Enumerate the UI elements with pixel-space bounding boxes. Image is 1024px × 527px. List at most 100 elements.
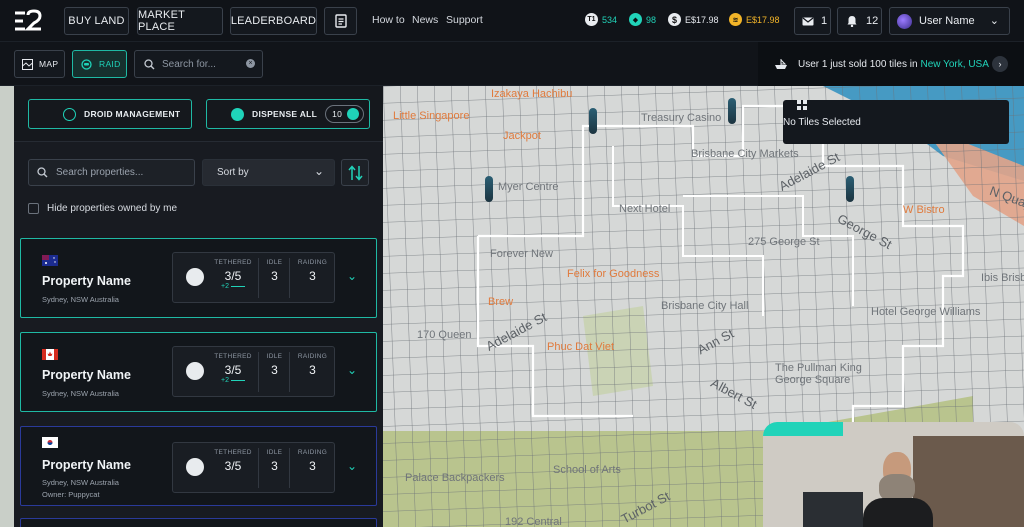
- notifications-button[interactable]: 12: [837, 7, 882, 35]
- property-location: Sydney, NSW Australia: [42, 389, 119, 398]
- expand-chevron-icon[interactable]: ⌄: [347, 459, 357, 473]
- gem-stat: ◆ 98: [629, 13, 656, 26]
- checkbox-box[interactable]: [28, 203, 39, 214]
- map-mode-button[interactable]: MAP: [14, 50, 65, 78]
- raiding-value: 3: [309, 363, 316, 377]
- t1-icon: T1: [585, 13, 598, 26]
- property-name: Property Name: [42, 458, 131, 472]
- buy-land-button[interactable]: BUY LAND: [64, 7, 129, 35]
- map-label: Brisbane City Hall: [661, 300, 749, 312]
- location-search-placeholder: Search for...: [162, 58, 216, 70]
- leaderboard-button[interactable]: LEADERBOARD: [230, 7, 317, 35]
- support-link[interactable]: Support: [446, 14, 483, 26]
- idle-stat: IDLE 3: [259, 253, 290, 302]
- property-card[interactable]: [20, 518, 377, 527]
- raiding-header: RAIDING: [297, 353, 328, 360]
- property-card[interactable]: Property Name Sydney, NSW Australia TETH…: [20, 238, 377, 318]
- balance-value: E$17.98: [685, 14, 719, 25]
- map-label: Brisbane City Markets: [691, 148, 799, 160]
- helmet-icon: [81, 58, 92, 70]
- gem-value: 98: [646, 14, 657, 25]
- tethered-header: TETHERED: [214, 259, 252, 266]
- droid-icon: [186, 268, 204, 286]
- notifications-count: 12: [866, 15, 879, 27]
- map-view[interactable]: Izakaya Hachibu Little Singapore Jackpot…: [383, 86, 1024, 527]
- chevron-down-icon: ⌄: [989, 15, 999, 27]
- raid-sidebar: DROID MANAGEMENT DISPENSE ALL 10 Search …: [14, 86, 383, 527]
- location-search-input[interactable]: Search for... ×: [134, 50, 263, 78]
- raid-mode-button[interactable]: RAID: [72, 50, 127, 78]
- map-label: Izakaya Hachibu: [491, 88, 573, 100]
- search-icon: [37, 167, 48, 178]
- tethered-stat: TETHERED 3/5 +2: [210, 347, 256, 396]
- property-card[interactable]: Property Name Sydney, NSW Australia TETH…: [20, 332, 377, 412]
- tethered-bonus: +2: [210, 377, 256, 384]
- document-button[interactable]: [324, 7, 357, 35]
- hide-owned-label: Hide properties owned by me: [47, 203, 178, 214]
- tethered-header: TETHERED: [214, 353, 252, 360]
- tethered-bonus: +2: [210, 283, 256, 290]
- news-link[interactable]: News: [412, 14, 438, 26]
- map-label: Palace Backpackers: [405, 472, 505, 484]
- avatar: [897, 13, 912, 29]
- mail-button[interactable]: 1: [794, 7, 831, 35]
- market-place-button[interactable]: MARKET PLACE: [137, 7, 223, 35]
- next-arrow-icon[interactable]: ›: [992, 56, 1008, 72]
- dispense-count-value: 10: [332, 109, 343, 119]
- webcam-person: [863, 452, 933, 527]
- sidebar-actions: DROID MANAGEMENT DISPENSE ALL 10: [14, 86, 383, 142]
- droid-stats: TETHERED 3/5 IDLE 3 RAIDING 3: [172, 442, 335, 493]
- dispense-all-label: DISPENSE ALL: [252, 109, 318, 119]
- tethered-stat: TETHERED 3/5 +2: [210, 253, 256, 302]
- droid-management-label: DROID MANAGEMENT: [84, 109, 181, 119]
- map-label: Ibis Brisbane: [981, 272, 1024, 284]
- document-icon: [334, 14, 347, 28]
- tile-selection-text: No Tiles Selected: [783, 116, 861, 128]
- property-name: Property Name: [42, 368, 131, 382]
- property-card[interactable]: Property Name Sydney, NSW Australia Owne…: [20, 426, 377, 506]
- dispense-count: 10: [325, 105, 365, 123]
- sort-select[interactable]: Sort by ⌄: [202, 159, 335, 186]
- idle-value: 3: [271, 269, 278, 283]
- map-pin[interactable]: [728, 98, 736, 124]
- how-to-link[interactable]: How to: [372, 14, 405, 26]
- balance-stat: $ E$17.98: [668, 13, 719, 26]
- map-pin[interactable]: [485, 176, 493, 202]
- clear-icon[interactable]: ×: [246, 59, 255, 68]
- boat-icon: [775, 59, 787, 69]
- tethered-value: 3/5: [224, 269, 242, 283]
- sort-arrows-icon: [348, 165, 363, 181]
- map-pin[interactable]: [846, 176, 854, 202]
- droid-management-button[interactable]: DROID MANAGEMENT: [28, 99, 192, 129]
- map-label: Little Singapore: [393, 110, 470, 122]
- map-label: Jackpot: [503, 130, 541, 142]
- dispense-all-button[interactable]: DISPENSE ALL 10: [206, 99, 370, 129]
- map-mode-label: MAP: [39, 59, 59, 69]
- mail-count: 1: [821, 15, 828, 27]
- earth2-logo[interactable]: [13, 9, 43, 33]
- map-icon: [22, 58, 33, 70]
- droid-stats: TETHERED 3/5 +2 IDLE 3 RAIDING 3: [172, 346, 335, 397]
- droid-icon: [63, 107, 76, 121]
- expand-chevron-icon[interactable]: ⌄: [347, 269, 357, 283]
- mail-icon: [802, 17, 814, 25]
- map-label: 275 George St: [748, 236, 820, 248]
- mode-toolbar: MAP RAID Search for... × User 1 just sol…: [0, 42, 1024, 86]
- property-owner: Owner: Puppycat: [42, 490, 100, 499]
- map-pin[interactable]: [589, 108, 597, 134]
- hide-owned-checkbox[interactable]: Hide properties owned by me: [28, 203, 177, 214]
- raiding-header: RAIDING: [297, 449, 328, 456]
- map-label: The Pullman King George Square: [775, 362, 862, 386]
- raid-mode-label: RAID: [99, 59, 121, 69]
- tethered-header: TETHERED: [214, 449, 252, 456]
- expand-chevron-icon[interactable]: ⌄: [347, 363, 357, 377]
- tethered-value: 3/5: [224, 459, 242, 473]
- sort-direction-button[interactable]: [341, 159, 369, 186]
- property-search-placeholder: Search properties...: [56, 167, 144, 178]
- map-label: W Bistro: [903, 204, 945, 216]
- property-search-input[interactable]: Search properties...: [28, 159, 195, 186]
- globe-icon: [347, 108, 360, 120]
- droid-icon: [186, 362, 204, 380]
- user-menu[interactable]: User Name ⌄: [889, 7, 1010, 35]
- south-korea-flag-icon: [42, 437, 58, 448]
